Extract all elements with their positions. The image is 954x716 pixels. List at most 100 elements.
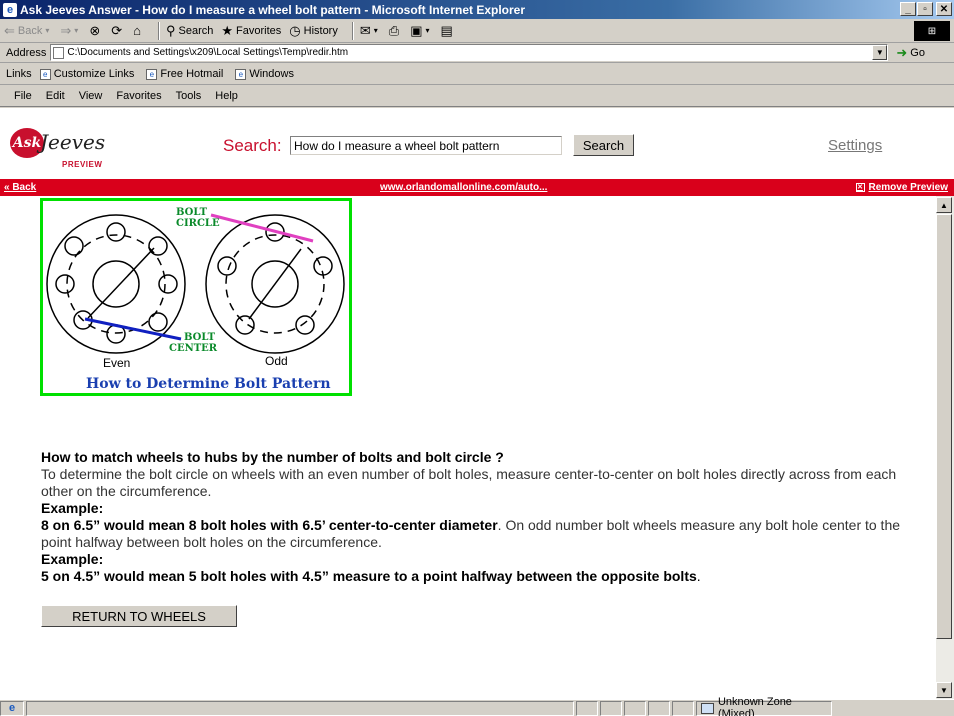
odd-label: Odd	[265, 354, 288, 368]
source-url-link[interactable]: www.orlandomallonline.com/auto...	[380, 182, 547, 193]
address-input[interactable]: C:\Documents and Settings\x209\Local Set…	[50, 44, 889, 61]
search-button[interactable]: Search	[573, 134, 634, 156]
toolbar-separator	[351, 21, 354, 40]
example-2: 5 on 4.5” would mean 5 bolt holes with 4…	[41, 568, 926, 585]
address-dropdown-icon[interactable]: ▼	[872, 45, 888, 60]
article-heading: How to match wheels to hubs by the numbe…	[41, 449, 504, 465]
example-label-1: Example:	[41, 500, 104, 516]
menu-tools[interactable]: Tools	[176, 90, 202, 102]
menu-edit[interactable]: Edit	[46, 90, 65, 102]
back-label: Back	[17, 24, 43, 37]
go-arrow-icon: ➜	[896, 44, 908, 60]
history-toolbar-button[interactable]: ◷ History	[289, 23, 338, 39]
scroll-up-icon[interactable]: ▲	[936, 197, 952, 213]
menu-favorites[interactable]: Favorites	[116, 90, 161, 102]
ie-page-icon: e	[39, 68, 51, 80]
favorites-toolbar-label: Favorites	[236, 24, 282, 37]
scroll-thumb[interactable]	[936, 214, 952, 639]
favorites-toolbar-button[interactable]: ★ Favorites	[221, 23, 281, 39]
ie-logo-icon: e	[3, 2, 17, 17]
ask-jeeves-logo[interactable]: Ask Jeeves PREVIEW	[10, 126, 105, 172]
example-2-rest: .	[696, 568, 701, 584]
discuss-button[interactable]: ▤	[441, 23, 456, 39]
security-zone: Unknown Zone (Mixed)	[696, 696, 832, 716]
stop-icon: ⊗	[89, 22, 101, 38]
even-hub	[92, 260, 140, 308]
chevron-down-icon: ▾	[74, 26, 79, 35]
status-panel	[600, 700, 622, 716]
bolt-circle-label-1: BOLT	[176, 207, 208, 218]
back-link[interactable]: « Back	[4, 182, 36, 193]
edit-button[interactable]: ▣ ▾	[410, 23, 432, 39]
close-button[interactable]: ✕	[936, 2, 952, 16]
even-bolt-hole	[148, 236, 168, 256]
refresh-button[interactable]: ⟳	[111, 23, 125, 39]
refresh-icon: ⟳	[111, 22, 123, 38]
forward-arrow-icon: ⇒	[60, 22, 72, 38]
bolt-center-label-1: BOLT	[184, 332, 216, 343]
example-1-bold: 8 on 6.5” would mean 8 bolt holes with 6…	[41, 517, 498, 533]
scroll-down-icon[interactable]: ▼	[936, 682, 952, 698]
odd-bolt-hole	[217, 256, 237, 276]
chevron-down-icon: ▾	[45, 26, 50, 35]
minimize-button[interactable]: _	[900, 2, 916, 16]
return-to-wheels-button[interactable]: RETURN TO WHEELS	[41, 605, 237, 627]
back-button[interactable]: ⇐ Back ▾	[4, 23, 52, 39]
settings-link[interactable]: Settings	[828, 137, 882, 154]
word-icon: ▣	[410, 22, 423, 38]
bolt-circle-label-2: CIRCLE	[176, 218, 220, 229]
vertical-scrollbar[interactable]: ▲ ▼	[936, 196, 954, 699]
even-bolt-hole	[106, 222, 126, 242]
forward-button[interactable]: ⇒ ▾	[60, 23, 81, 39]
window-title: Ask Jeeves Answer - How do I measure a w…	[20, 2, 526, 17]
print-button[interactable]: ⎙	[389, 23, 402, 39]
history-toolbar-label: History	[303, 24, 338, 37]
home-button[interactable]: ⌂	[133, 23, 144, 38]
odd-measure-arrow	[248, 248, 302, 320]
chevron-down-icon: ▾	[373, 26, 378, 35]
page-content: BOLT CIRCLE BOLT CENTER Even Odd How to …	[0, 196, 936, 699]
even-bolt-hole	[148, 312, 168, 332]
maximize-button[interactable]: ▫	[917, 2, 933, 16]
chevron-down-icon: ▾	[425, 26, 430, 35]
back-arrow-icon: ⇐	[4, 22, 15, 38]
even-wheel	[46, 214, 186, 354]
status-panel	[648, 700, 670, 716]
bolt-pattern-diagram: BOLT CIRCLE BOLT CENTER Even Odd How to …	[40, 198, 352, 396]
mail-button[interactable]: ✉ ▾	[360, 23, 381, 39]
home-icon: ⌂	[133, 23, 141, 38]
odd-bolt-hole	[295, 315, 315, 335]
status-panel	[576, 700, 598, 716]
link-free-hotmail[interactable]: e Free Hotmail	[146, 68, 223, 80]
diagram-caption: How to Determine Bolt Pattern	[86, 376, 331, 392]
ie-page-icon: e	[235, 68, 247, 80]
page-status-icon: e	[0, 700, 24, 716]
preview-bar: « Back www.orlandomallonline.com/auto...…	[0, 179, 954, 196]
windows-logo-icon: ⊞	[914, 21, 950, 41]
remove-preview-label: Remove Preview	[868, 182, 949, 193]
search-input[interactable]: How do I measure a wheel bolt pattern	[290, 136, 562, 155]
menu-file[interactable]: File	[14, 90, 32, 102]
search-toolbar-button[interactable]: ⚲ Search	[166, 23, 213, 39]
link-label: Free Hotmail	[160, 68, 224, 80]
menu-help[interactable]: Help	[215, 90, 238, 102]
logo-ask: Ask	[10, 128, 44, 158]
remove-preview-link[interactable]: ✕ Remove Preview	[855, 182, 949, 193]
go-button[interactable]: ➜ Go	[896, 45, 925, 61]
page-icon	[53, 46, 65, 59]
bolt-pattern-svg: BOLT CIRCLE BOLT CENTER Even Odd How to …	[46, 207, 345, 392]
status-panel	[672, 700, 694, 716]
even-label: Even	[103, 356, 130, 370]
link-customize-links[interactable]: e Customize Links	[39, 68, 134, 80]
mail-icon: ✉	[359, 22, 371, 38]
menu-view[interactable]: View	[79, 90, 103, 102]
document-icon: ▤	[440, 22, 453, 38]
link-windows[interactable]: e Windows	[235, 68, 294, 80]
window-title-bar: e Ask Jeeves Answer - How do I measure a…	[0, 0, 954, 19]
link-label: Windows	[249, 68, 294, 80]
example-1: 8 on 6.5” would mean 8 bolt holes with 6…	[41, 517, 926, 551]
status-panel	[624, 700, 646, 716]
example-label-2: Example:	[41, 551, 104, 567]
close-box-icon: ✕	[855, 183, 865, 192]
stop-button[interactable]: ⊗	[89, 23, 103, 39]
